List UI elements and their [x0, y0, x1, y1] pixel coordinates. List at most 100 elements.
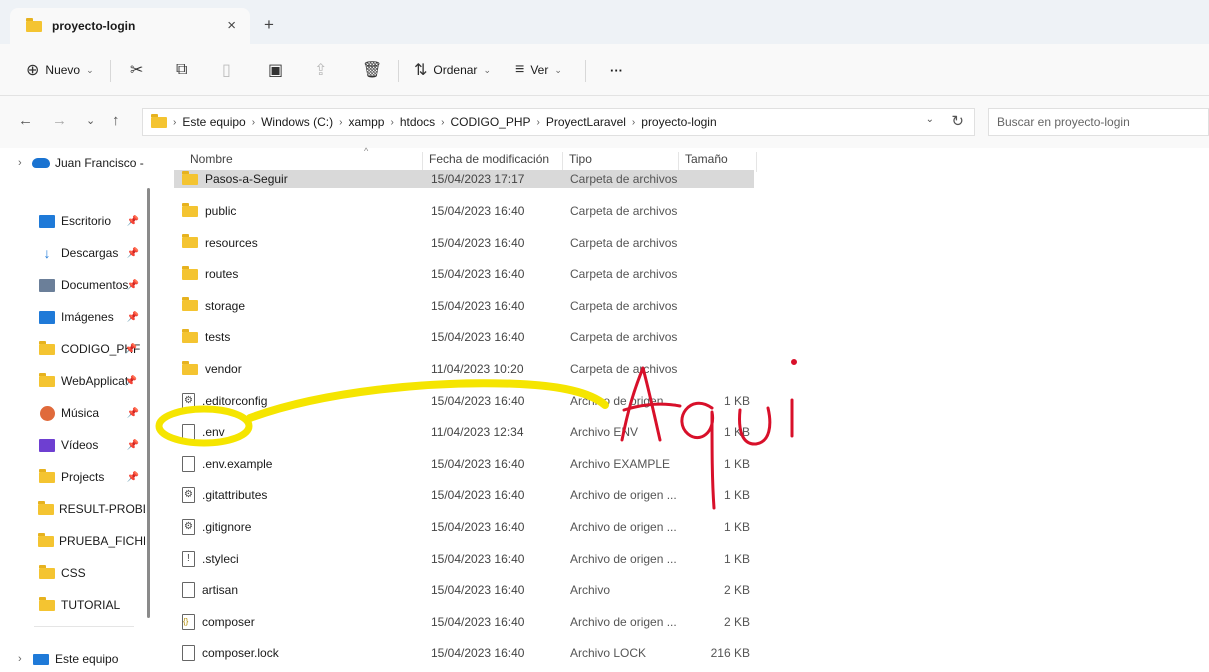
breadcrumb-windows-c[interactable]: Windows (C:)	[261, 115, 333, 129]
sidebar-item-este-equipo[interactable]: › Este equipo	[0, 644, 145, 672]
file-name: public	[205, 204, 237, 218]
sidebar-item-quick-access[interactable]: Música 📌	[0, 398, 145, 428]
file-size: 1 KB	[723, 425, 750, 440]
tab-proyecto-login[interactable]: proyecto-login ×	[10, 8, 250, 44]
paste-button[interactable]: ▯	[222, 44, 231, 96]
file-row[interactable]: tests 15/04/2023 16:40 Carpeta de archivos	[174, 321, 754, 353]
file-size: 1 KB	[723, 551, 750, 566]
breadcrumb-separator: ›	[441, 116, 445, 128]
file-row[interactable]: resources 15/04/2023 16:40 Carpeta de arch…	[174, 227, 754, 259]
file-row[interactable]: .styleci 15/04/2023 16:40 Archivo de orige…	[174, 543, 754, 575]
sidebar-item-label: Vídeos	[61, 438, 99, 452]
file-date: 15/04/2023 16:40	[431, 393, 525, 408]
file-row[interactable]: vendor 11/04/2023 10:20 Carpeta de archivo…	[174, 353, 754, 385]
file-row[interactable]: storage 15/04/2023 16:40 Carpeta de archiv…	[174, 290, 754, 322]
share-button[interactable]: ⇪	[314, 44, 327, 96]
cut-button[interactable]: ✂	[130, 44, 143, 96]
file-row[interactable]: public 15/04/2023 16:40 Carpeta de archivo…	[174, 195, 754, 227]
up-arrow-icon[interactable]: ↑	[112, 112, 120, 129]
music-icon	[39, 405, 55, 421]
file-icon	[182, 455, 195, 472]
breadcrumb-xampp[interactable]: xampp	[348, 115, 384, 129]
file-row[interactable]: .env 11/04/2023 12:34 Archivo ENV 1 KB	[174, 416, 754, 448]
sidebar-item-quick-access[interactable]: PRUEBA_FICHER	[0, 526, 145, 556]
videos-icon	[39, 438, 55, 452]
download-icon: ↓	[43, 245, 51, 261]
sort-icon: ⇅	[414, 62, 428, 79]
forward-arrow-icon[interactable]: →	[52, 112, 67, 129]
column-header-size[interactable]: Tamaño	[685, 152, 757, 172]
sort-label: Ordenar	[433, 63, 478, 77]
view-button[interactable]: ≡ Ver ⌄	[515, 44, 562, 96]
rename-button[interactable]: ▣	[268, 44, 283, 96]
breadcrumb-separator: ›	[339, 116, 343, 128]
sidebar-item-label: PRUEBA_FICHER	[59, 534, 145, 548]
breadcrumb-htdocs[interactable]: htdocs	[400, 115, 435, 129]
sidebar-item-quick-access[interactable]: WebApplicat 📌	[0, 366, 145, 396]
back-arrow-icon[interactable]: ←	[18, 112, 33, 129]
file-date: 15/04/2023 16:40	[431, 235, 525, 250]
file-row[interactable]: routes 15/04/2023 16:40 Carpeta de archivo…	[174, 258, 754, 290]
folder-icon	[182, 170, 198, 185]
file-row[interactable]: .gitattributes 15/04/2023 16:40 Archivo de…	[174, 479, 754, 511]
sidebar-item-onedrive[interactable]: › Juan Francisco -	[0, 148, 145, 178]
breadcrumb-proyectlaravel[interactable]: ProyectLaravel	[546, 115, 626, 129]
search-input[interactable]	[989, 109, 1208, 135]
sidebar-scrollbar[interactable]	[147, 188, 150, 618]
refresh-icon[interactable]: ↻	[951, 112, 964, 130]
sidebar-item-quick-access[interactable]: CODIGO_PHF 📌	[0, 334, 145, 364]
file-name: .env.example	[202, 456, 273, 471]
file-row[interactable]: Pasos-a-Seguir 15/04/2023 17:17 Carpeta de…	[174, 170, 754, 188]
file-row[interactable]: .editorconfig 15/04/2023 16:40 Archivo de …	[174, 385, 754, 417]
column-header-date[interactable]: Fecha de modificación	[429, 152, 563, 172]
breadcrumb-este-equipo[interactable]: Este equipo	[182, 115, 245, 129]
file-row[interactable]: .env.example 15/04/2023 16:40 Archivo EXAM…	[174, 448, 754, 480]
file-date: 15/04/2023 16:40	[431, 551, 525, 566]
sidebar-item-quick-access[interactable]: Projects 📌	[0, 462, 145, 492]
new-button[interactable]: ⊕ Nuevo ⌄	[26, 44, 94, 96]
sidebar-item-quick-access[interactable]: ↓ Descargas 📌	[0, 238, 145, 268]
column-header-type[interactable]: Tipo	[569, 152, 679, 172]
plus-circle-icon: ⊕	[26, 62, 40, 79]
more-button[interactable]: ···	[604, 44, 623, 96]
sidebar-item-quick-access[interactable]: CSS	[0, 558, 145, 588]
pin-icon: 📌	[126, 279, 139, 291]
file-type: Archivo EXAMPLE	[570, 456, 671, 471]
file-row[interactable]: composer 15/04/2023 16:40 Archivo de orige…	[174, 606, 754, 638]
sidebar-item-label: WebApplicat	[61, 374, 129, 388]
sidebar-item-quick-access[interactable]: Documentos 📌	[0, 270, 145, 300]
sidebar-item-quick-access[interactable]: RESULT-PROBLE	[0, 494, 145, 524]
sidebar-item-quick-access[interactable]: Escritorio 📌	[0, 206, 145, 236]
sidebar-item-quick-access[interactable]: Imágenes 📌	[0, 302, 145, 332]
sidebar-item-quick-access[interactable]: TUTORIAL	[0, 590, 145, 620]
address-dropdown-chevron-icon[interactable]: ⌄	[926, 114, 934, 125]
file-type: Carpeta de archivos	[570, 298, 678, 313]
delete-button[interactable]: 🗑	[362, 44, 382, 96]
breadcrumb-codigo-php[interactable]: CODIGO_PHP	[451, 115, 531, 129]
pin-icon: 📌	[126, 439, 139, 451]
file-row[interactable]: artisan 15/04/2023 16:40 Archivo 2 KB	[174, 574, 754, 606]
file-row[interactable]: .gitignore 15/04/2023 16:40 Archivo de ori…	[174, 511, 754, 543]
expand-chevron-icon[interactable]: ›	[18, 157, 32, 169]
copy-button[interactable]: ⧉	[176, 44, 187, 96]
breadcrumb-proyecto-login[interactable]: proyecto-login	[641, 115, 716, 129]
file-type: Archivo de origen ...	[570, 393, 677, 408]
sort-button[interactable]: ⇅ Ordenar ⌄	[414, 44, 491, 96]
recent-locations-chevron-icon[interactable]: ⌄	[86, 114, 95, 127]
pin-icon: 📌	[126, 471, 139, 483]
address-bar[interactable]: › Este equipo › Windows (C:) › xampp › h…	[142, 108, 975, 136]
file-size: 216 KB	[710, 646, 750, 661]
file-type: Archivo de origen ...	[570, 520, 677, 534]
file-size: 1 KB	[723, 456, 750, 471]
file-row[interactable]: composer.lock 15/04/2023 16:40 Archivo LOC…	[174, 637, 754, 669]
close-tab-icon[interactable]: ×	[227, 17, 236, 34]
pin-icon: 📌	[126, 215, 139, 227]
column-header-name[interactable]: Nombre	[190, 152, 423, 172]
new-tab-button[interactable]: +	[264, 15, 274, 35]
search-box[interactable]	[988, 108, 1209, 136]
sidebar-item-quick-access[interactable]: Vídeos 📌	[0, 430, 145, 460]
expand-chevron-icon[interactable]: ›	[18, 653, 32, 665]
breadcrumb-separator: ›	[536, 116, 540, 128]
file-name: artisan	[202, 583, 239, 598]
folder-icon	[151, 113, 167, 128]
